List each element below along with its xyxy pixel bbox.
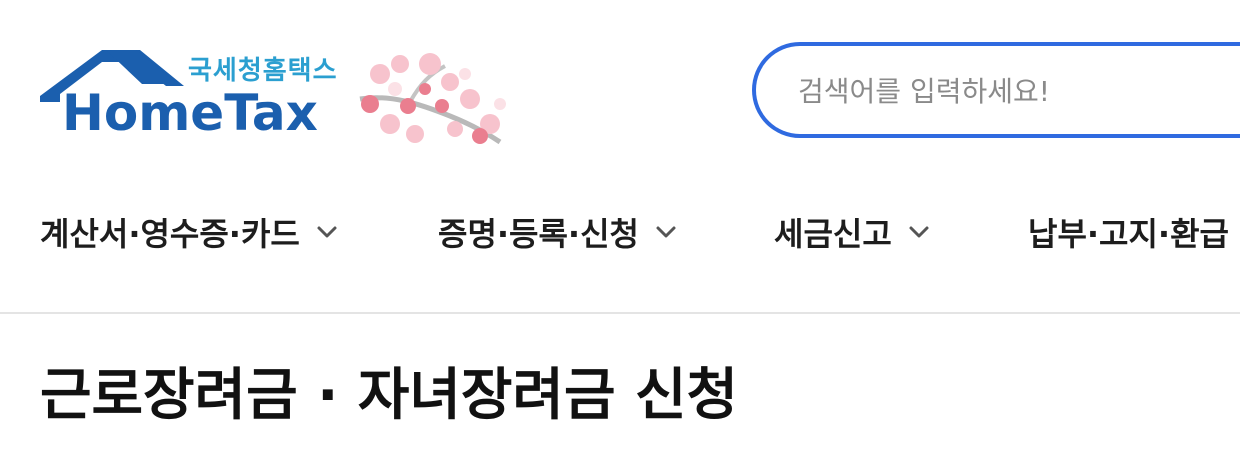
nav-item-invoices[interactable]: 계산서·영수증·카드 [40,212,340,253]
cherry-blossom-icon [359,53,506,145]
chevron-down-icon [317,226,337,238]
nav-item-label: 계산서·영수증·카드 [40,215,300,253]
header-divider [0,312,1240,314]
nav-item-tax-filing[interactable]: 세금신고 [774,212,932,253]
nav-item-label: 납부·고지·환급 [1028,215,1229,253]
logo-brand-text: HomeTax [62,84,318,142]
search-box[interactable] [752,42,1240,138]
chevron-down-icon [656,226,676,238]
page-title: 근로장려금 · 자녀장려금 신청 [40,363,739,428]
hometax-logo[interactable]: 국세청홈택스 HomeTax [38,44,508,154]
nav-item-label: 세금신고 [774,215,892,253]
nav-item-certificates[interactable]: 증명·등록·신청 [438,212,679,253]
logo-korean-text: 국세청홈택스 [188,56,338,86]
search-input[interactable] [796,68,1240,114]
nav-item-label: 증명·등록·신청 [438,215,639,253]
chevron-down-icon [909,226,929,238]
main-nav: 계산서·영수증·카드 증명·등록·신청 세금신고 납부·고지·환급 [0,180,1240,284]
nav-item-payment[interactable]: 납부·고지·환급 [1028,212,1240,253]
